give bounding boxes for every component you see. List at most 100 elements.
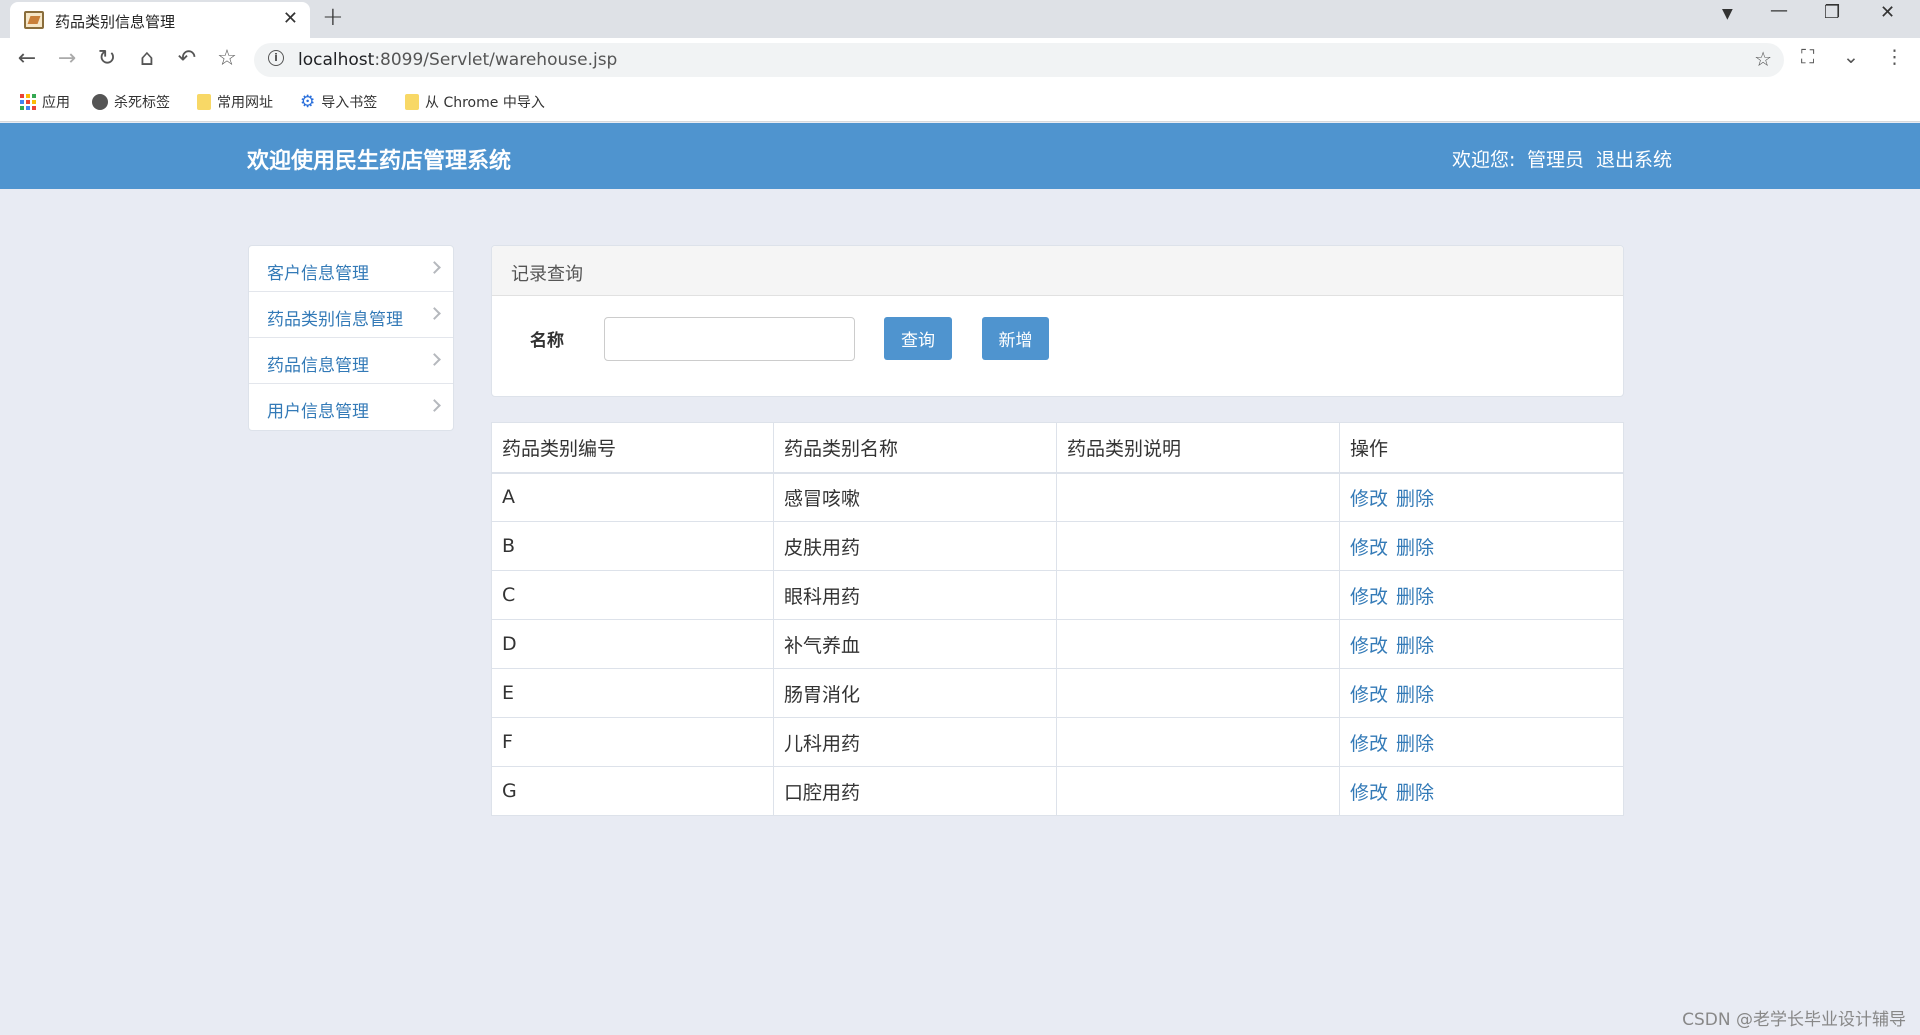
delete-link[interactable]: 删除 xyxy=(1396,635,1434,657)
logout-link[interactable]: 退出系统 xyxy=(1596,145,1672,172)
restore-icon[interactable]: ❐ xyxy=(1824,2,1840,23)
bookmark-star-icon[interactable]: ☆ xyxy=(214,46,240,71)
cell-actions: 修改 删除 xyxy=(1339,472,1624,522)
sidebar-item-users[interactable]: 用户信息管理 xyxy=(249,384,453,430)
name-search-input[interactable] xyxy=(604,317,855,361)
sidebar-menu: 客户信息管理 药品类别信息管理 药品信息管理 用户信息管理 xyxy=(248,245,454,431)
current-user-link[interactable]: 管理员 xyxy=(1527,145,1584,172)
table-row: D 补气养血 修改 删除 xyxy=(491,619,1624,669)
folder-icon xyxy=(197,94,211,110)
browser-tab-bar: 药品类别信息管理 ✕ + ▼ — ❐ ✕ xyxy=(0,0,1920,38)
edit-link[interactable]: 修改 xyxy=(1350,586,1388,608)
chevron-right-icon xyxy=(428,261,441,274)
window-close-icon[interactable]: ✕ xyxy=(1880,2,1895,23)
cell-category-name: 口腔用药 xyxy=(773,766,1057,816)
cell-category-name: 肠胃消化 xyxy=(773,668,1057,718)
cell-actions: 修改 删除 xyxy=(1339,570,1624,620)
table-row: B 皮肤用药 修改 删除 xyxy=(491,521,1624,571)
edit-link[interactable]: 修改 xyxy=(1350,635,1388,657)
category-table: 药品类别编号 药品类别名称 药品类别说明 操作 A 感冒咳嗽 修改 删除 B 皮肤用药 修改… xyxy=(491,422,1624,816)
url-text[interactable]: localhost:8099/Servlet/warehouse.jsp xyxy=(298,50,617,70)
cell-category-name: 皮肤用药 xyxy=(773,521,1057,571)
table-body: A 感冒咳嗽 修改 删除 B 皮肤用药 修改 删除 C 眼科用药 修改 删除 D 补气养血 修改 删除 E 肠胃消… xyxy=(491,472,1624,816)
url-host: localhost xyxy=(298,50,375,70)
sidebar-item-drug-categories[interactable]: 药品类别信息管理 xyxy=(249,292,453,338)
chevron-right-icon xyxy=(428,353,441,366)
bookmarks-bar: 应用 杀死标签 常用网址 ⚙ 导入书签 从 Chrome 中导入 xyxy=(0,82,1920,122)
folder-icon xyxy=(405,94,419,110)
url-path: :8099/Servlet/warehouse.jsp xyxy=(374,50,618,70)
watermark: CSDN @老学长毕业设计辅导 xyxy=(1682,1010,1906,1030)
cell-actions: 修改 删除 xyxy=(1339,668,1624,718)
app-header: 欢迎使用民生药店管理系统 欢迎您: 管理员 退出系统 xyxy=(0,123,1920,189)
panel-title: 记录查询 xyxy=(511,264,583,285)
cell-category-name: 补气养血 xyxy=(773,619,1057,669)
cell-category-desc xyxy=(1056,472,1340,522)
undo-icon[interactable]: ↶ xyxy=(174,46,200,71)
cell-category-desc xyxy=(1056,521,1340,571)
delete-link[interactable]: 删除 xyxy=(1396,733,1434,755)
sidebar-item-label: 药品类别信息管理 xyxy=(267,310,403,330)
sidebar-item-label: 客户信息管理 xyxy=(267,264,369,284)
cell-actions: 修改 删除 xyxy=(1339,717,1624,767)
add-button[interactable]: 新增 xyxy=(982,317,1049,360)
tab-search-icon[interactable]: ▼ xyxy=(1722,6,1733,22)
delete-link[interactable]: 删除 xyxy=(1396,782,1434,804)
edit-link[interactable]: 修改 xyxy=(1350,733,1388,755)
favicon-icon xyxy=(24,11,44,29)
delete-link[interactable]: 删除 xyxy=(1396,537,1434,559)
browser-toolbar: ← → ↻ ⌂ ↶ ☆ i localhost:8099/Servlet/war… xyxy=(0,38,1920,82)
cell-actions: 修改 删除 xyxy=(1339,521,1624,571)
home-icon[interactable]: ⌂ xyxy=(134,46,160,71)
back-icon[interactable]: ← xyxy=(14,46,40,71)
cell-category-desc xyxy=(1056,717,1340,767)
edit-link[interactable]: 修改 xyxy=(1350,488,1388,510)
cell-category-id: C xyxy=(491,570,774,620)
bookmark-kill-tabs[interactable]: 杀死标签 xyxy=(92,92,170,112)
column-header-actions: 操作 xyxy=(1339,422,1624,474)
gear-icon: ⚙ xyxy=(300,92,316,112)
delete-link[interactable]: 删除 xyxy=(1396,684,1434,706)
bookmark-import[interactable]: ⚙ 导入书签 xyxy=(300,92,377,112)
welcome-text: 欢迎您: xyxy=(1452,149,1516,171)
bookmark-label: 导入书签 xyxy=(321,95,378,111)
column-header-desc: 药品类别说明 xyxy=(1056,422,1340,474)
bookmark-import-chrome[interactable]: 从 Chrome 中导入 xyxy=(405,92,545,112)
delete-link[interactable]: 删除 xyxy=(1396,586,1434,608)
bookmark-label: 常用网址 xyxy=(217,95,273,111)
table-header-row: 药品类别编号 药品类别名称 药品类别说明 操作 xyxy=(491,422,1624,474)
search-button[interactable]: 查询 xyxy=(884,317,952,360)
extensions-icon[interactable]: ⌄ xyxy=(1843,46,1859,68)
info-icon[interactable]: i xyxy=(268,50,284,66)
bookmark-common-sites[interactable]: 常用网址 xyxy=(197,92,273,112)
cell-category-id: E xyxy=(491,668,774,718)
edit-link[interactable]: 修改 xyxy=(1350,684,1388,706)
chevron-right-icon xyxy=(428,399,441,412)
address-bar[interactable]: i localhost:8099/Servlet/warehouse.jsp ☆ xyxy=(254,43,1784,77)
tab-title: 药品类别信息管理 xyxy=(55,13,176,31)
cell-actions: 修改 删除 xyxy=(1339,766,1624,816)
forward-icon[interactable]: → xyxy=(54,46,80,71)
minimize-icon[interactable]: — xyxy=(1770,0,1788,21)
table-row: F 儿科用药 修改 删除 xyxy=(491,717,1624,767)
edit-link[interactable]: 修改 xyxy=(1350,537,1388,559)
table-row: E 肠胃消化 修改 删除 xyxy=(491,668,1624,718)
sidebar-item-drugs[interactable]: 药品信息管理 xyxy=(249,338,453,384)
new-tab-icon[interactable]: + xyxy=(322,2,344,32)
delete-link[interactable]: 删除 xyxy=(1396,488,1434,510)
bookmark-apps[interactable]: 应用 xyxy=(20,92,70,112)
browser-tab[interactable]: 药品类别信息管理 ✕ xyxy=(10,2,310,38)
reload-icon[interactable]: ↻ xyxy=(94,46,120,71)
menu-icon[interactable]: ⋮ xyxy=(1885,46,1904,68)
column-header-name: 药品类别名称 xyxy=(773,422,1057,474)
name-label: 名称 xyxy=(530,331,564,351)
sidebar-item-customers[interactable]: 客户信息管理 xyxy=(249,246,453,292)
close-tab-icon[interactable]: ✕ xyxy=(283,8,298,29)
apps-grid-icon xyxy=(20,94,36,110)
bookmark-label: 从 Chrome 中导入 xyxy=(425,95,545,111)
panel-header: 记录查询 xyxy=(492,246,1623,296)
star-icon[interactable]: ☆ xyxy=(1754,47,1772,71)
crop-icon[interactable]: ⛶ xyxy=(1801,46,1814,68)
table-row: G 口腔用药 修改 删除 xyxy=(491,766,1624,816)
edit-link[interactable]: 修改 xyxy=(1350,782,1388,804)
